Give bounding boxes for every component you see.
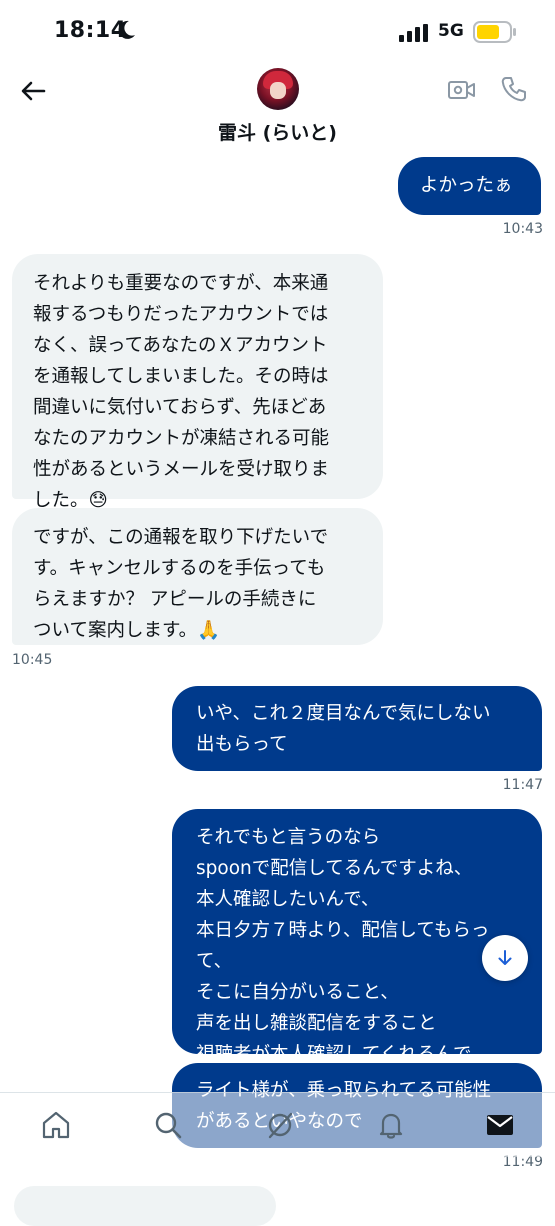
message-bubble-received-partial[interactable] — [14, 1186, 276, 1226]
search-icon[interactable] — [152, 1109, 184, 1141]
message-bubble-sent[interactable]: よかったぁ — [398, 157, 541, 215]
message-bubble-sent[interactable]: いや、これ２度目なんで気にしない 出もらって — [172, 686, 542, 771]
home-icon[interactable] — [40, 1109, 72, 1141]
status-bar: 18:14 5G — [0, 0, 555, 64]
message-timestamp: 10:45 — [12, 652, 53, 668]
phone-icon[interactable] — [500, 75, 528, 103]
message-bubble-sent[interactable]: それでもと言うのなら spoonで配信してるんですよね、 本人確認したいんで、 … — [172, 809, 542, 1065]
avatar[interactable] — [257, 68, 299, 110]
bell-icon[interactable] — [375, 1109, 407, 1141]
conversation-title[interactable]: 雷斗 (らいと) — [0, 118, 555, 145]
message-timestamp: 10:43 — [502, 221, 543, 237]
network-type: 5G — [438, 21, 464, 41]
battery-icon — [473, 21, 516, 43]
bottom-tab-bar — [0, 1092, 555, 1157]
mail-icon[interactable] — [484, 1109, 516, 1141]
status-time: 18:14 — [54, 18, 127, 43]
moon-icon — [118, 20, 135, 39]
scroll-to-bottom-button[interactable] — [482, 935, 528, 981]
message-bubble-received[interactable]: それよりも重要なのですが、本来通 報するつもりだったアカウントでは なく、誤って… — [12, 254, 383, 511]
message-bubble-received[interactable]: ですが、この通報を取り下げたいで す。キャンセルするのを手伝っても らえますか？… — [12, 508, 383, 645]
conversation-header: 雷斗 (らいと) — [0, 64, 555, 156]
arrow-down-icon — [498, 950, 512, 965]
grok-icon[interactable] — [264, 1109, 296, 1141]
arrow-left-icon[interactable] — [18, 76, 48, 106]
message-timestamp: 11:47 — [502, 777, 543, 793]
video-camera-icon[interactable] — [447, 77, 477, 103]
cellular-signal-icon — [399, 24, 428, 42]
